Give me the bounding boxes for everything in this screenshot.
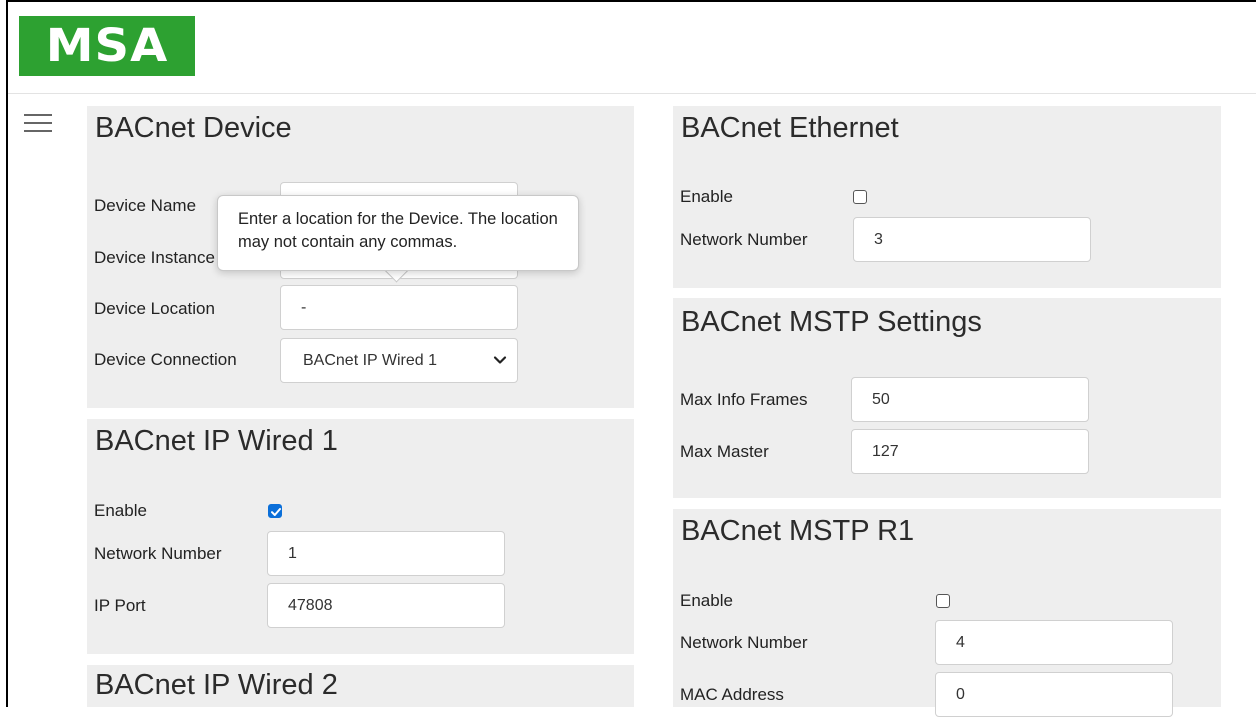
bacnet-mstp-settings-panel: BACnet MSTP Settings Max Info Frames 50 …	[673, 298, 1221, 498]
checkmark-icon	[271, 508, 281, 516]
device-instance-label: Device Instance	[94, 248, 215, 267]
enable-checkbox[interactable]	[936, 594, 950, 608]
panel-title: BACnet Device	[95, 112, 292, 144]
bacnet-mstp-r1-panel: BACnet MSTP R1 Enable Network Number 4 M…	[673, 509, 1221, 717]
bacnet-ip-wired-1-panel: BACnet IP Wired 1 Enable Network Number …	[87, 419, 634, 654]
bacnet-ethernet-panel: BACnet Ethernet Enable Network Number 3	[673, 106, 1221, 288]
chevron-down-icon	[493, 356, 507, 364]
device-location-label: Device Location	[94, 299, 215, 318]
device-connection-value: BACnet IP Wired 1	[303, 351, 437, 369]
header-divider	[8, 93, 1256, 94]
enable-checkbox[interactable]	[268, 504, 282, 518]
device-location-input[interactable]: -	[280, 285, 518, 330]
panel-title: BACnet IP Wired 1	[95, 425, 338, 457]
network-number-input[interactable]: 1	[267, 531, 505, 576]
msa-logo: MSA	[19, 16, 195, 76]
network-number-input[interactable]: 4	[935, 620, 1173, 665]
enable-label: Enable	[680, 187, 733, 206]
ip-port-input[interactable]: 47808	[267, 583, 505, 628]
logo-text: MSA	[45, 19, 169, 73]
mac-address-label: MAC Address	[680, 685, 784, 704]
device-connection-label: Device Connection	[94, 350, 237, 369]
enable-label: Enable	[680, 591, 733, 610]
panel-title: BACnet MSTP R1	[681, 515, 915, 547]
panel-title: BACnet Ethernet	[681, 112, 899, 144]
max-master-label: Max Master	[680, 442, 769, 461]
enable-label: Enable	[94, 501, 147, 520]
device-name-label: Device Name	[94, 196, 197, 215]
panel-title: BACnet IP Wired 2	[95, 669, 338, 701]
network-number-input[interactable]: 3	[853, 217, 1091, 262]
hamburger-menu-icon[interactable]	[24, 114, 52, 134]
bacnet-ip-wired-2-panel: BACnet IP Wired 2	[87, 665, 634, 707]
location-tooltip: Enter a location for the Device. The loc…	[217, 195, 579, 271]
window-border-left	[6, 0, 8, 707]
panel-title: BACnet MSTP Settings	[681, 306, 982, 338]
max-info-frames-input[interactable]: 50	[851, 377, 1089, 422]
enable-checkbox[interactable]	[853, 190, 867, 204]
max-info-frames-label: Max Info Frames	[680, 390, 808, 409]
network-number-label: Network Number	[680, 230, 808, 249]
ip-port-label: IP Port	[94, 596, 146, 615]
device-connection-select[interactable]: BACnet IP Wired 1	[280, 338, 518, 383]
mac-address-input[interactable]: 0	[935, 672, 1173, 717]
network-number-label: Network Number	[680, 633, 808, 652]
window-border-top	[6, 0, 1256, 2]
network-number-label: Network Number	[94, 544, 222, 563]
max-master-input[interactable]: 127	[851, 429, 1089, 474]
